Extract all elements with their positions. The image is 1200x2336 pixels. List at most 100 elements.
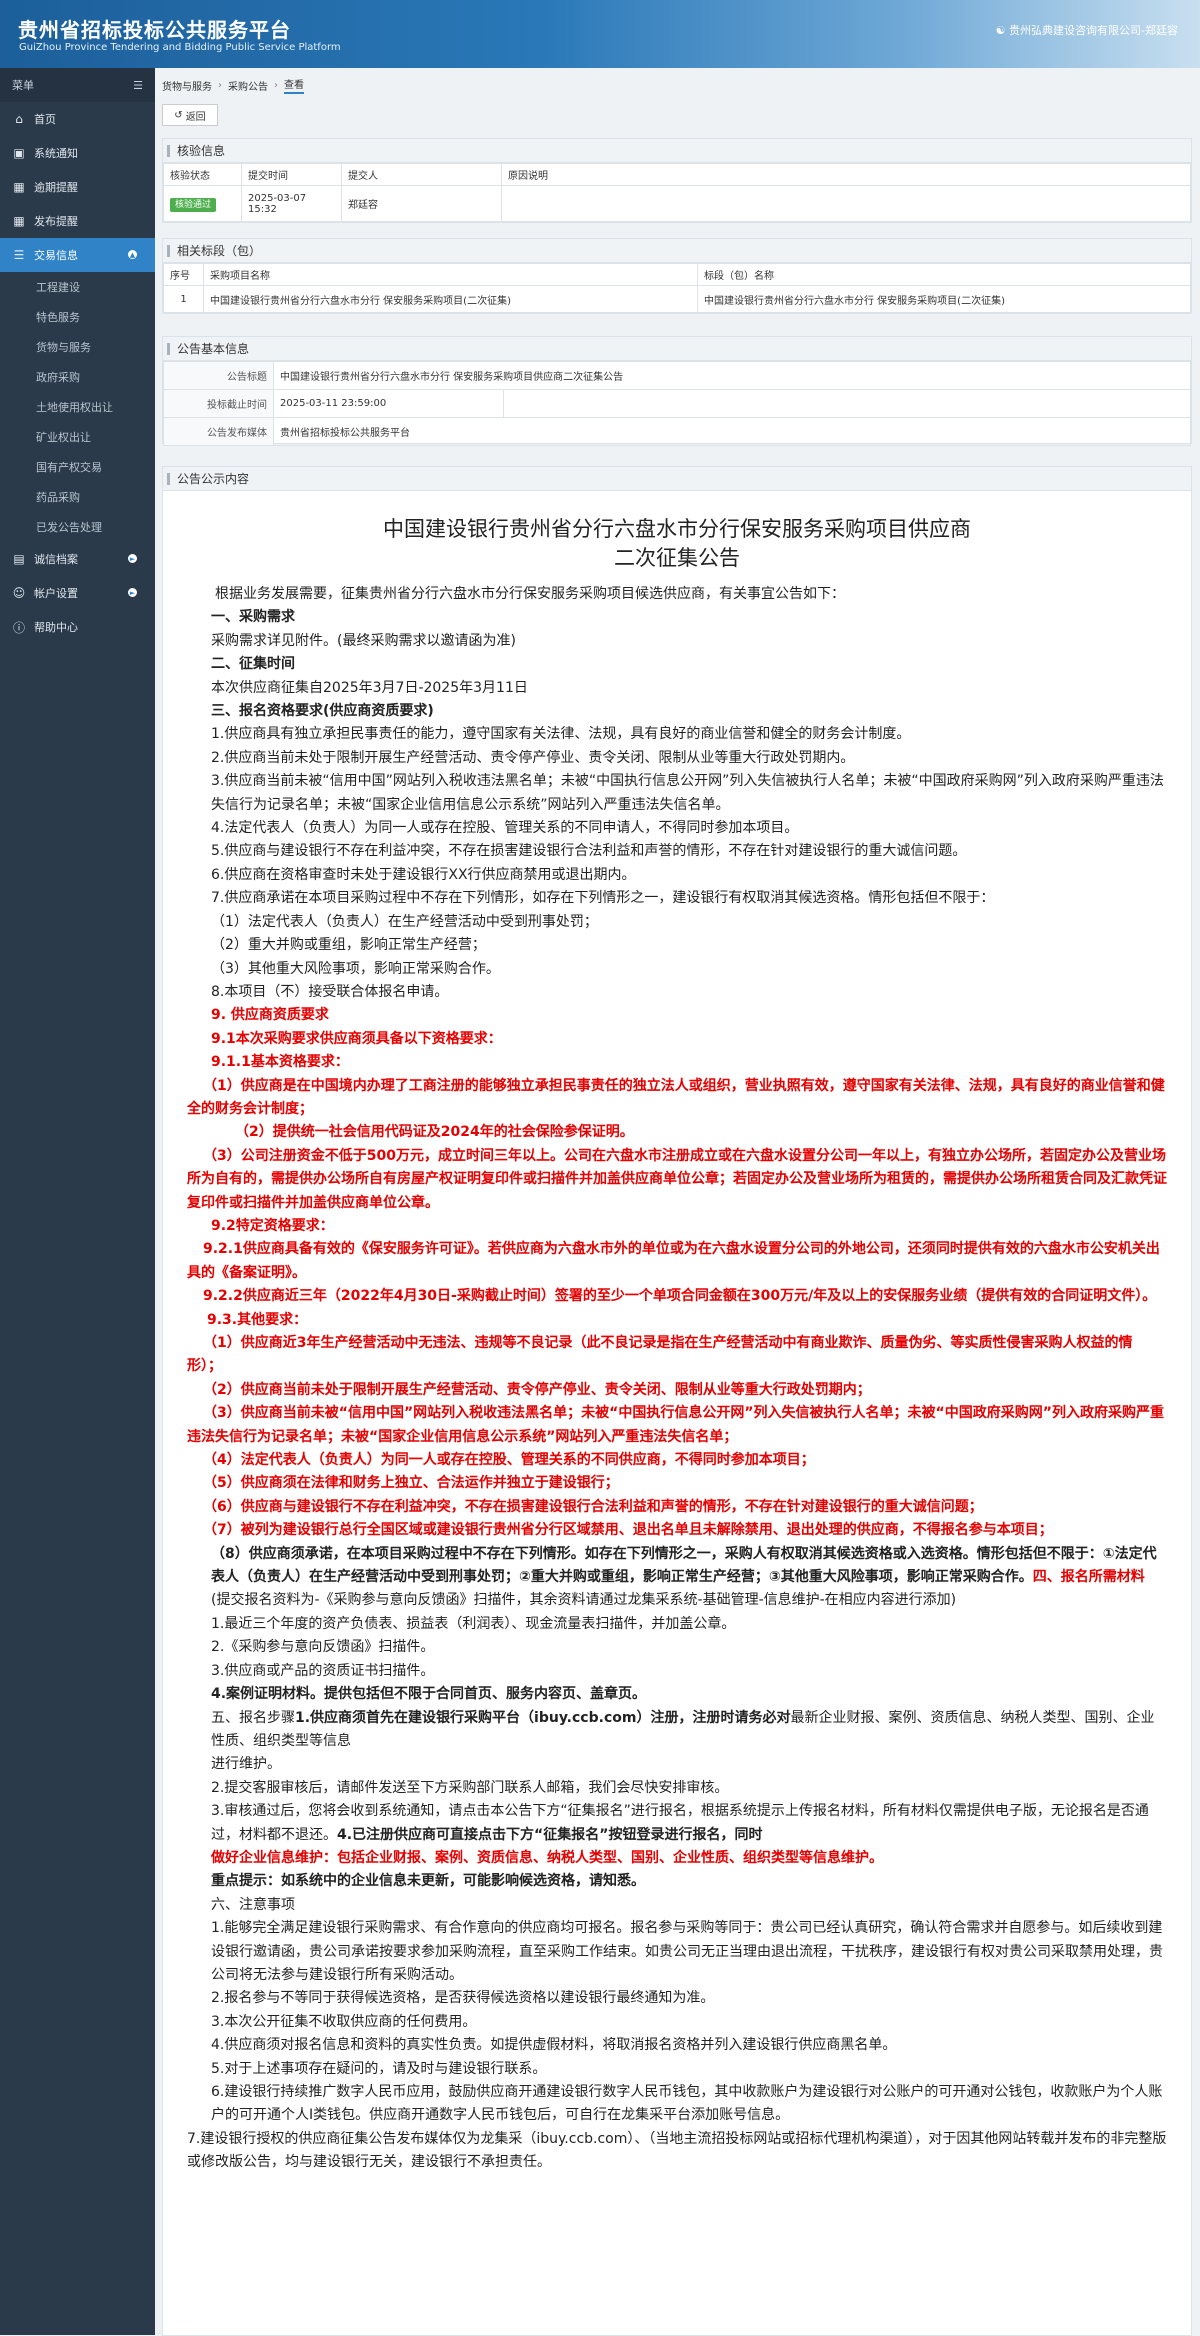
sidebar-subitem[interactable]: 已发公告处理 bbox=[0, 512, 155, 542]
notice-paragraph: （2）提供统一社会信用代码证及2024年的社会保险参保证明。 bbox=[187, 1121, 1167, 1144]
notice-text: （8）供应商须承诺，在本项目采购过程中不存在下列情形。如存在下列情形之一，采购人… bbox=[211, 1545, 1157, 1586]
notice-text: 6.供应商在资格审查时未处于建设银行XX行供应商禁用或退出期内。 bbox=[211, 866, 636, 883]
notice-paragraph: 3.供应商或产品的资质证书扫描件。 bbox=[187, 1660, 1167, 1683]
notice-paragraph: 进行维护。 bbox=[187, 1753, 1167, 1776]
notice-panel: 公告公示内容 中国建设银行贵州省分行六盘水市分行保安服务采购项目供应商 二次征集公… bbox=[162, 466, 1192, 2336]
notice-text: 9.3.其他要求： bbox=[207, 1311, 308, 1328]
notice-text: （2）供应商当前未处于限制开展生产经营活动、责令停产停业、责令关闭、限制从业等重… bbox=[203, 1381, 871, 1398]
archive-icon: ▤ bbox=[13, 552, 25, 566]
notice-paragraph: 1.最近三个年度的资产负债表、损益表（利润表）、现金流量表扫描件，并加盖公章。 bbox=[187, 1613, 1167, 1636]
notice-paragraph: （1）法定代表人（负责人）在生产经营活动中受到刑事处罚； bbox=[187, 911, 1167, 934]
sidebar-subitem[interactable]: 国有产权交易 bbox=[0, 452, 155, 482]
sections-panel-title: 相关标段（包） bbox=[163, 239, 1191, 263]
sidebar-subitem[interactable]: 土地使用权出让 bbox=[0, 392, 155, 422]
notice-paragraph: 三、报名资格要求(供应商资质要求) bbox=[187, 700, 1167, 723]
home-icon: ⌂ bbox=[15, 112, 23, 126]
sidebar-subitem[interactable]: 特色服务 bbox=[0, 302, 155, 332]
notice-text: （2）提供统一社会信用代码证及2024年的社会保险参保证明。 bbox=[235, 1124, 634, 1141]
notice-paragraph: 本次供应商征集自2025年3月7日-2025年3月11日 bbox=[187, 677, 1167, 700]
sidebar-subitem[interactable]: 政府采购 bbox=[0, 362, 155, 392]
notice-paragraph: 9.2.2供应商近三年（2022年4月30日-采购截止时间）签署的至少一个单项合… bbox=[187, 1285, 1167, 1308]
notice-text: 3.本次公开征集不收取供应商的任何费用。 bbox=[211, 2013, 477, 2030]
notice-text: 4.法定代表人（负责人）为同一人或存在控股、管理关系的不同申请人，不得同时参加本… bbox=[211, 820, 799, 837]
notice-text: 本次供应商征集自2025年3月7日-2025年3月11日 bbox=[211, 679, 528, 696]
notice-text: 9.1本次采购要求供应商须具备以下资格要求： bbox=[211, 1030, 502, 1047]
basic-info-panel: 公告基本信息 公告标题 中国建设银行贵州省分行六盘水市分行 保安服务采购项目供应商… bbox=[162, 336, 1192, 446]
notice-content: 中国建设银行贵州省分行六盘水市分行保安服务采购项目供应商 二次征集公告 根据业务发… bbox=[163, 491, 1191, 2175]
notice-paragraph: 5.供应商与建设银行不存在利益冲突，不存在损害建设银行合法利益和声誉的情形，不存… bbox=[187, 840, 1167, 863]
sidebar-item-trade[interactable]: ☰ 交易信息 ▲ bbox=[0, 238, 155, 272]
help-icon: ⓘ bbox=[12, 620, 25, 635]
verify-table: 核验状态 提交时间 提交人 原因说明 核验通过 2025-03-07 15:32 郑廷容 bbox=[163, 163, 1191, 222]
platform-subtitle: GuiZhou Province Tendering and Bidding P… bbox=[19, 42, 341, 53]
notice-text: 一、采购需求 bbox=[211, 609, 295, 626]
notice-paragraph: 8.本项目（不）接受联合体报名申请。 bbox=[187, 981, 1167, 1004]
notice-paragraph: 采购需求详见附件。(最终采购需求以邀请函为准) bbox=[187, 630, 1167, 653]
notice-text: 9.2特定资格要求： bbox=[211, 1217, 334, 1234]
notice-text: 进行维护。 bbox=[211, 1756, 281, 1773]
notice-paragraph: 9.2.1供应商具备有效的《保安服务许可证》。若供应商为六盘水市外的单位或为在六… bbox=[187, 1238, 1167, 1285]
notice-paragraph: （2）供应商当前未处于限制开展生产经营活动、责令停产停业、责令关闭、限制从业等重… bbox=[187, 1379, 1167, 1402]
calendar-icon: ▦ bbox=[13, 214, 25, 228]
sidebar-item-credit[interactable]: ▤ 诚信档案 ► bbox=[0, 542, 155, 576]
notice-paragraph: 2.提交客服审核后，请邮件发送至下方采购部门联系人邮箱，我们会尽快安排审核。 bbox=[187, 1777, 1167, 1800]
notice-paragraph: 3.本次公开征集不收取供应商的任何费用。 bbox=[187, 2011, 1167, 2034]
sidebar-subitem[interactable]: 工程建设 bbox=[0, 272, 155, 302]
trade-submenu: 工程建设 特色服务 货物与服务 政府采购 土地使用权出让 矿业权出让 国有产权交易 药品采购已… bbox=[0, 272, 155, 542]
platform-title: 贵州省招标投标公共服务平台 bbox=[18, 18, 291, 42]
menu-label: 菜单 bbox=[12, 79, 34, 92]
sidebar-menu-header: 菜单 ☰ bbox=[0, 68, 155, 102]
notice-paragraph: 6.供应商在资格审查时未处于建设银行XX行供应商禁用或退出期内。 bbox=[187, 864, 1167, 887]
notice-text: 2.《采购参与意向反馈函》扫描件。 bbox=[211, 1639, 435, 1656]
top-header: 贵州省招标投标公共服务平台 GuiZhou Province Tendering… bbox=[0, 0, 1200, 68]
notice-title: 中国建设银行贵州省分行六盘水市分行保安服务采购项目供应商 二次征集公告 bbox=[383, 517, 971, 570]
notice-text: 六、注意事项 bbox=[211, 1896, 295, 1913]
notice-text: （1）供应商是在中国境内办理了工商注册的能够独立承担民事责任的独立法人或组织，营… bbox=[187, 1077, 1165, 1117]
notice-paragraph: 2.供应商当前未处于限制开展生产经营活动、责令停产停业、责令关闭、限制从业等重大… bbox=[187, 747, 1167, 770]
notice-paragraph: （7）被列为建设银行总行全国区域或建设银行贵州省分行区域禁用、退出名单且未解除禁… bbox=[187, 1519, 1167, 1542]
calendar-icon: ▦ bbox=[13, 180, 25, 194]
notice-paragraph: 做好企业信息维护：包括企业财报、案例、资质信息、纳税人类型、国别、企业性质、组织… bbox=[187, 1847, 1167, 1870]
notice-text: 7.建设银行授权的供应商征集公告发布媒体仅为龙集采（ibuy.ccb.com）、… bbox=[187, 2130, 1167, 2171]
sidebar-item-overdue[interactable]: ▦ 逾期提醒 bbox=[0, 170, 155, 204]
notice-paragraph: 5.对于上述事项存在疑问的，请及时与建设银行联系。 bbox=[187, 2058, 1167, 2081]
notice-text: 三、报名资格要求(供应商资质要求) bbox=[211, 703, 434, 720]
notice-paragraph: （6）供应商与建设银行不存在利益冲突，不存在损害建设银行合法利益和声誉的情形，不… bbox=[187, 1496, 1167, 1519]
notice-text: 5.对于上述事项存在疑问的，请及时与建设银行联系。 bbox=[211, 2060, 547, 2077]
notice-paragraph: 4.案例证明材料。提供包括但不限于合同首页、服务内容页、盖章页。 bbox=[187, 1683, 1167, 1706]
notice-paragraph: 2.《采购参与意向反馈函》扫描件。 bbox=[187, 1636, 1167, 1659]
notice-text: 9.2.2供应商近三年（2022年4月30日-采购截止时间）签署的至少一个单项合… bbox=[203, 1288, 1157, 1305]
sidebar-item-publish[interactable]: ▦ 发布提醒 bbox=[0, 204, 155, 238]
notice-text: 3.供应商当前未被“信用中国”网站列入税收违法黑名单；未被“中国执行信息公开网”… bbox=[211, 773, 1164, 813]
list-icon: ☰ bbox=[13, 248, 25, 262]
breadcrumb-item[interactable]: 采购公告 bbox=[228, 78, 268, 93]
sidebar-item-help[interactable]: ⓘ 帮助中心 bbox=[0, 610, 155, 644]
notice-paragraph: （3）其他重大风险事项，影响正常采购合作。 bbox=[187, 958, 1167, 981]
notice-text: 4.案例证明材料。提供包括但不限于合同首页、服务内容页、盖章页。 bbox=[211, 1686, 647, 1703]
user-name[interactable]: 贵州弘典建设咨询有限公司-郑廷容 bbox=[1009, 24, 1178, 37]
sidebar-item-account[interactable]: ☺ 帐户设置 ► bbox=[0, 576, 155, 610]
notice-text: （3）公司注册资金不低于500万元，成立时间三年以上。公司在六盘水市注册成立或在… bbox=[187, 1147, 1167, 1211]
back-button[interactable]: ↺ 返回 bbox=[162, 104, 218, 126]
notice-paragraph: 9.2特定资格要求： bbox=[187, 1215, 1167, 1238]
expand-icon: ► bbox=[128, 554, 137, 563]
notice-paragraph: 3.供应商当前未被“信用中国”网站列入税收违法黑名单；未被“中国执行信息公开网”… bbox=[187, 770, 1167, 817]
notice-text: 四、报名所需材料 bbox=[1032, 1569, 1145, 1586]
sidebar-item-notice[interactable]: ▣ 系统通知 bbox=[0, 136, 155, 170]
user-account[interactable]: ☯ 贵州弘典建设咨询有限公司-郑廷容 bbox=[996, 22, 1178, 38]
notice-text: 二、征集时间 bbox=[211, 656, 295, 673]
notice-paragraph: 6.建设银行持续推广数字人民币应用，鼓励供应商开通建设银行数字人民币钱包，其中收… bbox=[187, 2081, 1167, 2128]
sidebar-item-home[interactable]: ⌂ 首页 bbox=[0, 102, 155, 136]
sidebar-subitem[interactable]: 矿业权出让 bbox=[0, 422, 155, 452]
breadcrumb-item[interactable]: 货物与服务 bbox=[162, 78, 212, 93]
sidebar-subitem[interactable]: 货物与服务 bbox=[0, 332, 155, 362]
notice-paragraph: 9.3.其他要求： bbox=[187, 1309, 1167, 1332]
notice-text: （5）供应商须在法律和财务上独立、合法运作并独立于建设银行； bbox=[203, 1475, 619, 1492]
breadcrumb: 货物与服务 › 采购公告 › 查看 bbox=[162, 76, 310, 94]
notice-text: 2.提交客服审核后，请邮件发送至下方采购部门联系人邮箱，我们会尽快安排审核。 bbox=[211, 1779, 729, 1796]
notice-paragraph: 7.供应商承诺在本项目采购过程中不存在下列情形，如存在下列情形之一，建设银行有权… bbox=[187, 887, 1167, 910]
hamburger-icon[interactable]: ☰ bbox=[133, 79, 143, 92]
notice-paragraph: 7.建设银行授权的供应商征集公告发布媒体仅为龙集采（ibuy.ccb.com）、… bbox=[187, 2128, 1167, 2175]
notice-paragraph: 五、报名步骤1.供应商须首先在建设银行采购平台（ibuy.ccb.com）注册，… bbox=[187, 1707, 1167, 1754]
sidebar-subitem[interactable]: 药品采购 bbox=[0, 482, 155, 512]
